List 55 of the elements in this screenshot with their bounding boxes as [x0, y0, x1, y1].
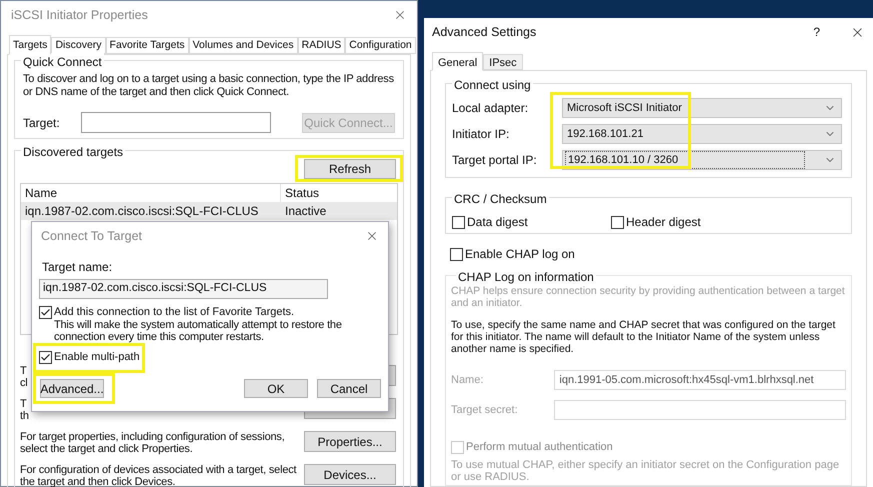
dialog-title: Connect To Target: [41, 228, 142, 245]
check-icon: [40, 352, 51, 363]
dropdown[interactable]: 192.168.101.10 / 3260: [562, 150, 842, 170]
tab[interactable]: Volumes and Devices: [188, 37, 298, 54]
column-header[interactable]: Status: [281, 184, 320, 202]
target-name-field[interactable]: iqn.1987-02.com.cisco.iscsi:SQL-FCI-CLUS: [39, 279, 328, 299]
description-text: For configuration of devices associated with a target, select the target and then click Devices.: [20, 464, 296, 487]
tab[interactable]: Targets: [9, 35, 52, 55]
window-title: iSCSI Initiator Properties: [11, 6, 148, 24]
checkbox[interactable]: [39, 306, 52, 319]
button[interactable]: Advanced...: [40, 379, 104, 398]
field-label: Target name:: [42, 259, 114, 276]
checkbox-label: Header digest: [626, 214, 701, 231]
check-icon: [40, 307, 51, 318]
button[interactable]: Properties...: [304, 431, 396, 452]
window-title: Advanced Settings: [432, 24, 536, 41]
description-text: T th: [20, 398, 29, 422]
checkbox[interactable]: [452, 216, 465, 228]
checkbox-label: Enable multi-path: [54, 351, 140, 364]
note-text: This will make the system automatically attempt to restore the connection every time this computer restarts.: [54, 319, 343, 343]
button[interactable]: Cancel: [317, 379, 381, 398]
target-field[interactable]: [81, 112, 271, 133]
checkbox-label: Perform mutual authentication: [466, 440, 613, 455]
button[interactable]: Refresh: [304, 159, 396, 179]
help-button[interactable]: ?: [813, 23, 820, 41]
checkbox-label: Enable CHAP log on: [465, 246, 575, 263]
group-legend: Quick Connect: [21, 53, 104, 71]
table-row[interactable]: iqn.1987-02.com.cisco.iscsi:SQL-FCI-CLUS Inactive: [21, 202, 397, 220]
checkbox[interactable]: [39, 351, 52, 364]
dropdown[interactable]: Microsoft iSCSI Initiator: [562, 98, 842, 118]
field-label: Local adapter:: [452, 100, 530, 117]
button[interactable]: Devices...: [304, 464, 396, 485]
button[interactable]: OK: [244, 379, 308, 398]
tab[interactable]: IPsec: [483, 54, 523, 70]
field-label: Name:: [451, 372, 484, 388]
tab[interactable]: RADIUS: [298, 37, 346, 54]
tab[interactable]: Discovery: [51, 37, 106, 54]
field-label: Target:: [23, 114, 61, 132]
field-label: Target secret:: [451, 402, 519, 418]
description-text: For target properties, including configuration of sessions, select the target and click Properties.: [20, 431, 285, 455]
tab[interactable]: Favorite Targets: [106, 37, 189, 54]
tab[interactable]: General: [432, 52, 484, 71]
field-label: Target portal IP:: [452, 152, 538, 169]
tab[interactable]: Configuration: [345, 37, 416, 54]
note-text: To use mutual CHAP, either specify an initiator secret on the Configuration page or use RADIUS.: [451, 458, 840, 482]
checkbox-label: Add this connection to the list of Favorite Targets.: [54, 306, 296, 319]
field-label: Initiator IP:: [452, 126, 510, 143]
checkbox[interactable]: [450, 248, 463, 260]
info-text: CHAP helps ensure connection security by providing authentication between a target and an initiator.: [451, 285, 846, 309]
description-text: T cl: [20, 365, 28, 389]
instructions-text: To use, specify the same name and CHAP secret that was configured on the target for this initiator. The name will default to the Initiator Name of the system unless another name is specified.: [451, 319, 836, 355]
description-text: To discover and log on to a target using a basic connection, type the IP address or DNS name of the target and then click Quick Connect.: [23, 73, 395, 99]
dropdown[interactable]: 192.168.101.21: [562, 124, 842, 144]
checkbox[interactable]: [611, 216, 624, 228]
checkbox-label: Data digest: [467, 214, 528, 231]
